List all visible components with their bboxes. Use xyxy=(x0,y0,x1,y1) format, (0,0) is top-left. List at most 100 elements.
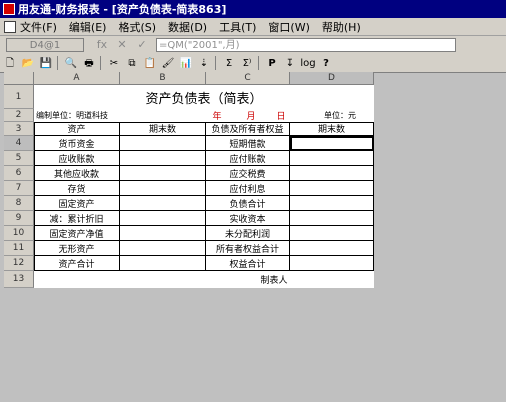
row-header[interactable]: 8 xyxy=(4,196,34,211)
cell-grid[interactable]: 资产负债表（简表） 编制单位：明道科技 年 月 日 单位：元 资产 期末数 负债… xyxy=(34,85,374,288)
asset-value-cell[interactable] xyxy=(120,166,206,181)
liability-label[interactable]: 应交税费 xyxy=(206,166,290,181)
row-header[interactable]: 9 xyxy=(4,211,34,226)
header-assets[interactable]: 资产 xyxy=(34,122,120,136)
copy-icon[interactable]: ⧉ xyxy=(124,56,140,71)
liability-value-cell[interactable] xyxy=(290,181,374,196)
chart-icon[interactable]: 📊 xyxy=(178,56,194,71)
liability-value-cell[interactable] xyxy=(290,196,374,211)
asset-label[interactable]: 减：累计折旧 xyxy=(34,211,120,226)
asset-value-cell[interactable] xyxy=(120,136,206,151)
document-icon[interactable] xyxy=(4,20,16,33)
cut-icon[interactable]: ✂ xyxy=(106,56,122,71)
column-header-a[interactable]: A xyxy=(34,72,120,85)
confirm-icon[interactable]: ✓ xyxy=(134,38,150,52)
asset-value-cell[interactable] xyxy=(120,241,206,256)
row-header[interactable]: 3 xyxy=(4,122,34,136)
print-icon[interactable]: 🖶 xyxy=(81,56,97,71)
row-header[interactable]: 7 xyxy=(4,181,34,196)
asset-value-cell[interactable] xyxy=(120,226,206,241)
sort-icon[interactable]: ⇣ xyxy=(196,56,212,71)
liability-value-cell[interactable] xyxy=(290,226,374,241)
asset-value-cell[interactable] xyxy=(120,256,206,271)
toolbar-separator xyxy=(215,56,216,70)
row-header[interactable]: 11 xyxy=(4,241,34,256)
open-folder-icon[interactable]: 📂 xyxy=(20,56,36,71)
asset-label[interactable]: 固定资产 xyxy=(34,196,120,211)
liability-label[interactable]: 实收资本 xyxy=(206,211,290,226)
company-label[interactable]: 编制单位：明道科技 xyxy=(34,109,164,122)
header-period-end-d[interactable]: 期末数 xyxy=(290,122,374,136)
asset-label[interactable]: 存货 xyxy=(34,181,120,196)
formula-input[interactable]: =QM("2001",月) xyxy=(156,38,456,52)
asset-value-cell[interactable] xyxy=(120,151,206,166)
liability-value-cell[interactable] xyxy=(290,211,374,226)
asset-value-cell[interactable] xyxy=(120,211,206,226)
liability-label[interactable]: 未分配利润 xyxy=(206,226,290,241)
menu-help[interactable]: 帮助(H) xyxy=(322,19,361,35)
log-icon[interactable]: log xyxy=(300,56,316,71)
asset-label[interactable]: 资产合计 xyxy=(34,256,120,271)
row-header[interactable]: 4 xyxy=(4,136,34,151)
preparer-label[interactable]: 制表人 xyxy=(244,271,304,288)
p-icon[interactable]: P xyxy=(264,56,280,71)
year-label[interactable]: 年 xyxy=(210,109,224,122)
paste-icon[interactable]: 📋 xyxy=(142,56,158,71)
menu-tools[interactable]: 工具(T) xyxy=(219,19,256,35)
row-header[interactable]: 12 xyxy=(4,256,34,271)
unit-label[interactable]: 单位：元 xyxy=(306,109,374,122)
sum-range-icon[interactable]: Σ⁾ xyxy=(239,56,255,71)
row-header[interactable]: 5 xyxy=(4,151,34,166)
selected-cell-d4[interactable] xyxy=(290,136,374,151)
insert-icon[interactable]: ↧ xyxy=(282,56,298,71)
liability-value-cell[interactable] xyxy=(290,241,374,256)
format-painter-icon[interactable]: 🖌 xyxy=(160,56,176,71)
new-file-icon[interactable]: 🗋 xyxy=(2,56,18,71)
toolbar-separator xyxy=(258,56,259,70)
row-header[interactable]: 1 xyxy=(4,85,34,109)
cell-reference-box[interactable]: D4@1 xyxy=(6,38,84,52)
report-title[interactable]: 资产负债表（简表） xyxy=(34,85,374,109)
spreadsheet: A B C D 1 2 3 4 5 6 7 8 9 10 11 12 13 资产… xyxy=(4,72,374,288)
column-header-d[interactable]: D xyxy=(290,72,374,85)
day-label[interactable]: 日 xyxy=(274,109,288,122)
menu-data[interactable]: 数据(D) xyxy=(168,19,207,35)
column-header-b[interactable]: B xyxy=(120,72,206,85)
header-liabilities-equity[interactable]: 负债及所有者权益 xyxy=(206,122,290,136)
month-label[interactable]: 月 xyxy=(244,109,258,122)
select-all-corner[interactable] xyxy=(4,72,34,85)
column-header-c[interactable]: C xyxy=(206,72,290,85)
header-period-end-b[interactable]: 期末数 xyxy=(120,122,206,136)
liability-value-cell[interactable] xyxy=(290,256,374,271)
menu-window[interactable]: 窗口(W) xyxy=(268,19,309,35)
cancel-icon[interactable]: ✕ xyxy=(114,38,130,52)
liability-label[interactable]: 短期借款 xyxy=(206,136,290,151)
liability-label[interactable]: 应付账款 xyxy=(206,151,290,166)
row-header[interactable]: 6 xyxy=(4,166,34,181)
menu-format[interactable]: 格式(S) xyxy=(118,19,156,35)
row-header[interactable]: 13 xyxy=(4,271,34,288)
asset-label[interactable]: 固定资产净值 xyxy=(34,226,120,241)
print-preview-icon[interactable]: 🔍 xyxy=(63,56,79,71)
menu-edit[interactable]: 编辑(E) xyxy=(69,19,107,35)
asset-label[interactable]: 货币资金 xyxy=(34,136,120,151)
save-icon[interactable]: 💾 xyxy=(38,56,54,71)
sum-icon[interactable]: Σ xyxy=(221,56,237,71)
asset-value-cell[interactable] xyxy=(120,196,206,211)
liability-label[interactable]: 权益合计 xyxy=(206,256,290,271)
asset-label[interactable]: 其他应收款 xyxy=(34,166,120,181)
formula-bar: D4@1 fx ✕ ✓ =QM("2001",月) xyxy=(0,36,506,54)
asset-label[interactable]: 应收账款 xyxy=(34,151,120,166)
asset-value-cell[interactable] xyxy=(120,181,206,196)
liability-label[interactable]: 所有者权益合计 xyxy=(206,241,290,256)
liability-label[interactable]: 负债合计 xyxy=(206,196,290,211)
liability-value-cell[interactable] xyxy=(290,151,374,166)
liability-value-cell[interactable] xyxy=(290,166,374,181)
function-icon[interactable]: fx xyxy=(94,38,110,52)
row-header[interactable]: 2 xyxy=(4,109,34,122)
help-pointer-icon[interactable]: ? xyxy=(318,56,334,71)
asset-label[interactable]: 无形资产 xyxy=(34,241,120,256)
row-header[interactable]: 10 xyxy=(4,226,34,241)
liability-label[interactable]: 应付利息 xyxy=(206,181,290,196)
menu-file[interactable]: 文件(F) xyxy=(20,19,57,35)
